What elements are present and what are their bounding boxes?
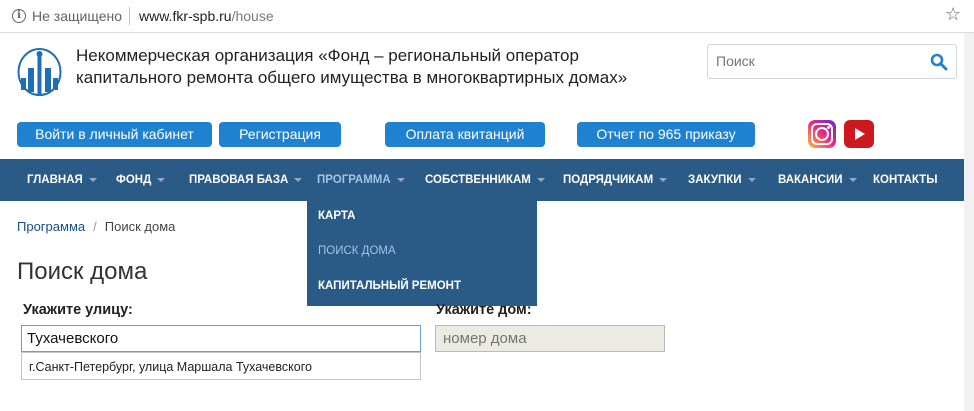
- program-dropdown-menu: КАРТА ПОИСК ДОМА КАПИТАЛЬНЫЙ РЕМОНТ: [307, 201, 537, 306]
- chevron-down-icon: [88, 177, 97, 182]
- nav-label: ЗАКУПКИ: [688, 174, 742, 186]
- search-icon[interactable]: [930, 53, 948, 71]
- autocomplete-option[interactable]: г.Санкт-Петербург, улица Маршала Тухачев…: [29, 360, 312, 374]
- dropdown-item-capital-repair[interactable]: КАПИТАЛЬНЫЙ РЕМОНТ: [318, 280, 461, 292]
- main-navigation: ГЛАВНАЯ ФОНД ПРАВОВАЯ БАЗА ПРОГРАММА СОБ…: [0, 159, 964, 201]
- nav-label: ПРАВОВАЯ БАЗА: [189, 174, 289, 186]
- pay-receipts-button[interactable]: Оплата квитанций: [385, 122, 545, 147]
- nav-label: ВАКАНСИИ: [778, 174, 843, 186]
- nav-item-procurement[interactable]: ЗАКУПКИ: [688, 159, 756, 201]
- browser-address-bar: i Не защищено www.fkr-spb.ru/house ☆: [0, 0, 974, 33]
- search-box[interactable]: [707, 44, 957, 79]
- organization-title: Некоммерческая организация «Фонд – регио…: [76, 46, 628, 87]
- youtube-icon[interactable]: [844, 120, 874, 148]
- breadcrumb-separator: /: [93, 219, 97, 234]
- fund-logo[interactable]: [16, 46, 63, 98]
- url-field[interactable]: www.fkr-spb.ru/house: [139, 8, 274, 24]
- nav-item-program[interactable]: ПРОГРАММА: [317, 159, 405, 201]
- url-host: www.fkr-spb.ru: [139, 8, 232, 24]
- chevron-down-icon: [396, 177, 405, 182]
- house-number-input[interactable]: [435, 325, 665, 352]
- nav-label: ПОДРЯДЧИКАМ: [563, 174, 654, 186]
- house-label: Укажите дом:: [436, 302, 532, 318]
- nav-item-legal-base[interactable]: ПРАВОВАЯ БАЗА: [189, 159, 303, 201]
- report-965-button[interactable]: Отчет по 965 приказу: [577, 122, 755, 147]
- login-cabinet-button[interactable]: Войти в личный кабинет: [17, 122, 212, 147]
- nav-label: ФОНД: [116, 174, 152, 186]
- bookmark-star-icon[interactable]: ☆: [945, 4, 961, 25]
- nav-label: ПРОГРАММА: [317, 174, 391, 186]
- nav-item-fund[interactable]: ФОНД: [116, 159, 166, 201]
- register-button[interactable]: Регистрация: [219, 122, 341, 147]
- street-autocomplete-list: г.Санкт-Петербург, улица Маршала Тухачев…: [21, 352, 421, 380]
- chevron-down-icon: [536, 177, 545, 182]
- chevron-down-icon: [848, 177, 857, 182]
- nav-item-owners[interactable]: СОБСТВЕННИКАМ: [425, 159, 545, 201]
- street-label: Укажите улицу:: [23, 302, 133, 318]
- info-icon[interactable]: i: [12, 9, 26, 23]
- page-scrollbar[interactable]: [964, 33, 974, 411]
- nav-item-contacts[interactable]: КОНТАКТЫ: [873, 159, 937, 201]
- street-input[interactable]: [21, 325, 421, 352]
- chevron-down-icon: [157, 177, 166, 182]
- nav-item-vacancies[interactable]: ВАКАНСИИ: [778, 159, 857, 201]
- nav-item-main[interactable]: ГЛАВНАЯ: [27, 159, 97, 201]
- dropdown-item-house-search[interactable]: ПОИСК ДОМА: [318, 245, 396, 257]
- dropdown-item-map[interactable]: КАРТА: [318, 210, 355, 222]
- nav-label: СОБСТВЕННИКАМ: [425, 174, 531, 186]
- nav-item-contractors[interactable]: ПОДРЯДЧИКАМ: [563, 159, 668, 201]
- chevron-down-icon: [747, 177, 756, 182]
- address-separator: [129, 7, 130, 25]
- breadcrumb-current: Поиск дома: [104, 219, 176, 234]
- page-title: Поиск дома: [17, 258, 148, 285]
- breadcrumb-link-program[interactable]: Программа: [17, 219, 85, 234]
- breadcrumb: Программа / Поиск дома: [17, 219, 175, 234]
- search-input[interactable]: [716, 53, 916, 69]
- chevron-down-icon: [294, 177, 303, 182]
- url-path: /house: [231, 8, 274, 24]
- security-status[interactable]: Не защищено: [32, 8, 122, 24]
- nav-label: КОНТАКТЫ: [873, 174, 938, 186]
- nav-label: ГЛАВНАЯ: [27, 174, 83, 186]
- instagram-icon[interactable]: [808, 120, 836, 148]
- chevron-down-icon: [659, 177, 668, 182]
